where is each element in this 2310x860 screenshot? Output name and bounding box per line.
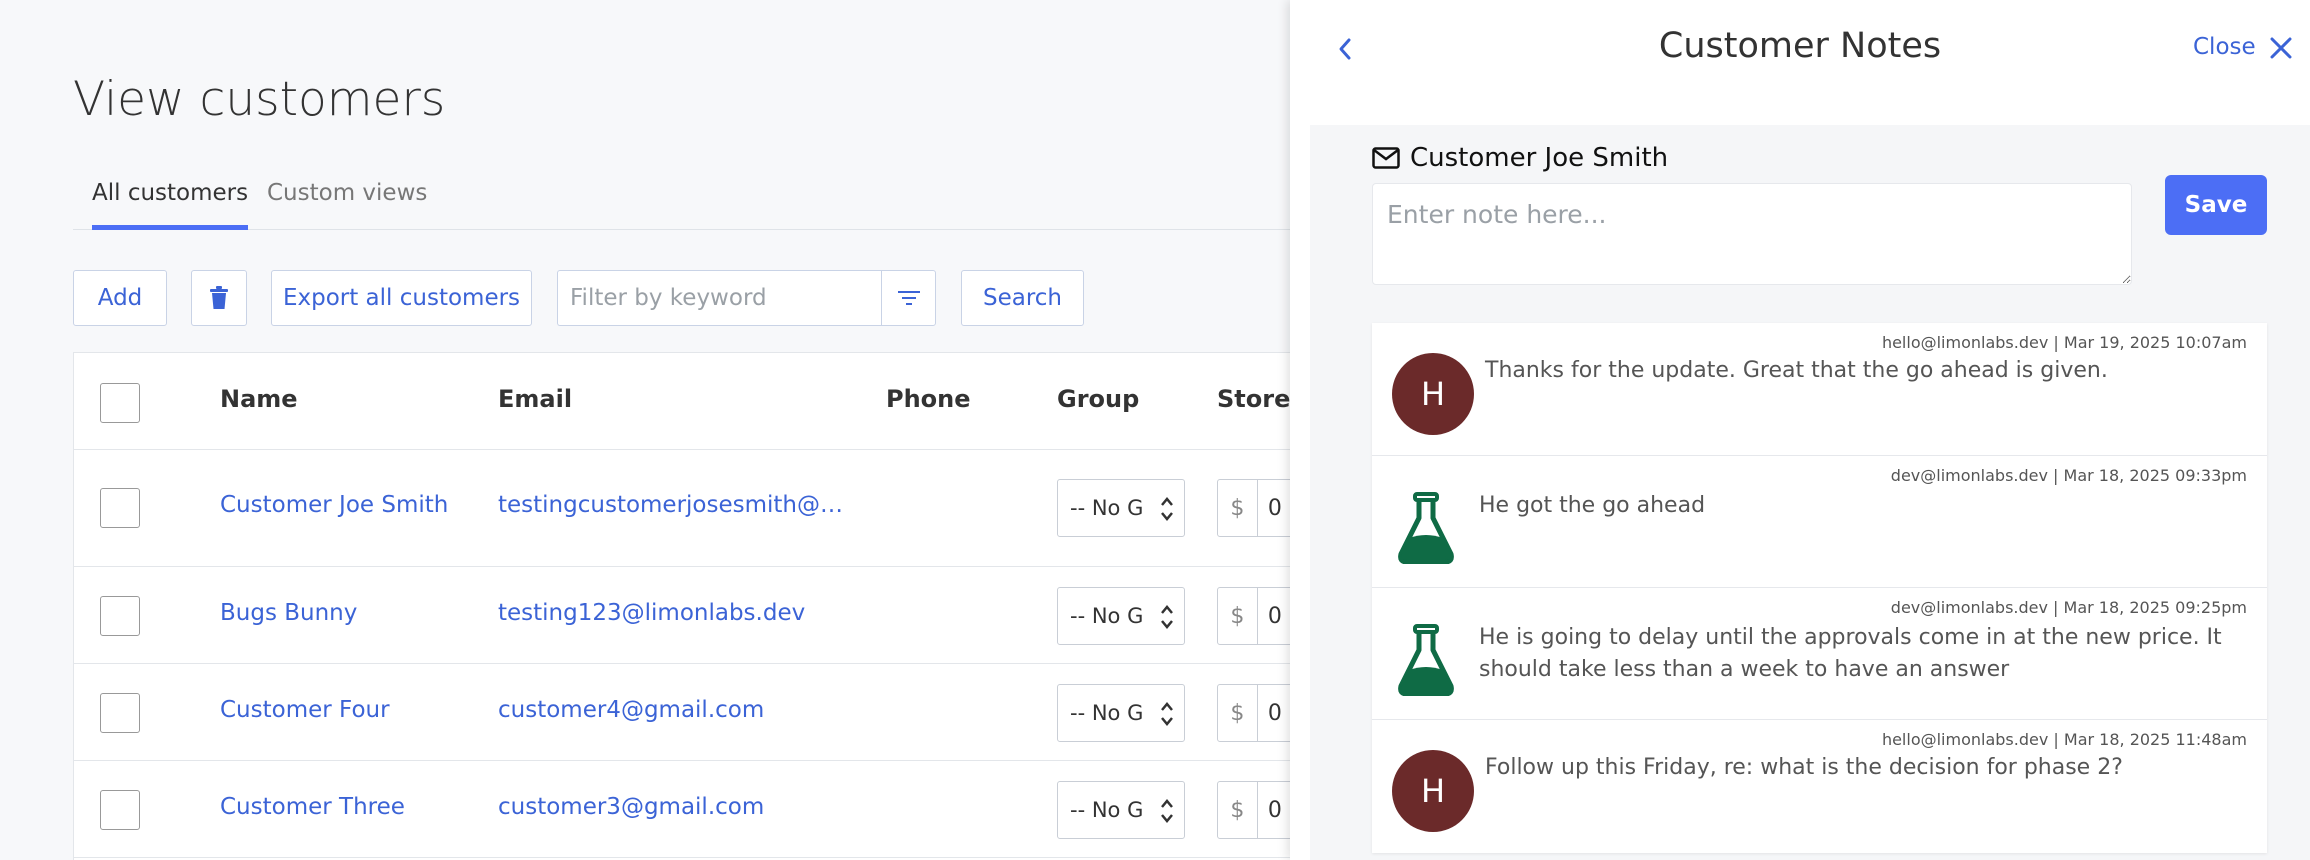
column-header-group[interactable]: Group — [1057, 385, 1139, 413]
table-row: Customer Four customer4@gmail.com -- No … — [74, 664, 1290, 761]
currency-symbol: $ — [1217, 479, 1258, 537]
currency-symbol: $ — [1217, 684, 1258, 742]
envelope-icon — [1372, 147, 1400, 169]
note-text: Follow up this Friday, re: what is the d… — [1485, 755, 2123, 780]
tab-all-customers[interactable]: All customers — [92, 180, 249, 230]
export-all-customers-button[interactable]: Export all customers — [271, 270, 532, 326]
flask-icon — [1398, 492, 1454, 564]
note-author: dev@limonlabs.dev — [1890, 466, 2048, 485]
filter-keyword-input[interactable] — [557, 270, 882, 326]
save-note-button[interactable]: Save — [2165, 175, 2267, 235]
avatar: H — [1392, 353, 1474, 435]
select-spinner-icon — [1161, 497, 1173, 521]
customers-page: View customers All customers Custom view… — [0, 0, 1290, 860]
row-checkbox[interactable] — [100, 693, 140, 733]
group-select[interactable]: -- No Gr — [1057, 587, 1185, 645]
trash-icon — [210, 286, 228, 309]
note-item: hello@limonlabs.dev | Mar 19, 2025 10:07… — [1372, 323, 2267, 456]
notes-list: hello@limonlabs.dev | Mar 19, 2025 10:07… — [1372, 323, 2267, 853]
add-button[interactable]: Add — [73, 270, 167, 326]
store-credit-value[interactable]: 0 — [1257, 587, 1290, 645]
note-author: hello@limonlabs.dev — [1881, 333, 2049, 352]
customer-email-link[interactable]: customer4@gmail.com — [498, 697, 764, 723]
customer-email-link[interactable]: customer3@gmail.com — [498, 794, 764, 820]
column-header-email[interactable]: Email — [498, 385, 572, 413]
table-row: Customer Three customer3@gmail.com -- No… — [74, 761, 1290, 858]
note-meta: dev@limonlabs.dev | Mar 18, 2025 09:25pm — [1890, 598, 2247, 617]
store-credit-field[interactable]: $ 0 — [1217, 684, 1290, 742]
note-author: dev@limonlabs.dev — [1890, 598, 2048, 617]
store-credit-value[interactable]: 0 — [1257, 781, 1290, 839]
search-button[interactable]: Search — [961, 270, 1084, 326]
note-customer-label: Customer Joe Smith — [1372, 143, 1668, 173]
currency-symbol: $ — [1217, 587, 1258, 645]
row-checkbox[interactable] — [100, 488, 140, 528]
column-header-phone[interactable]: Phone — [886, 385, 971, 413]
customer-name-link[interactable]: Customer Four — [220, 697, 390, 723]
note-customer-name: Customer Joe Smith — [1410, 143, 1669, 173]
table-row: Bugs Bunny testing123@limonlabs.dev -- N… — [74, 567, 1290, 664]
avatar: H — [1392, 750, 1474, 832]
panel-title: Customer Notes — [1658, 26, 1942, 66]
column-header-name[interactable]: Name — [220, 385, 298, 413]
note-author: hello@limonlabs.dev — [1881, 730, 2049, 749]
row-checkbox[interactable] — [100, 790, 140, 830]
delete-button[interactable] — [191, 270, 247, 326]
note-item: hello@limonlabs.dev | Mar 18, 2025 11:48… — [1372, 720, 2267, 853]
note-meta: hello@limonlabs.dev | Mar 19, 2025 10:07… — [1881, 333, 2247, 352]
store-credit-value[interactable]: 0 — [1257, 684, 1290, 742]
filter-icon — [897, 291, 920, 305]
customer-email-link[interactable]: testing123@limonlabs.dev — [498, 600, 805, 626]
customer-email-link[interactable]: testingcustomerjosesmith@limo... — [498, 492, 848, 518]
select-spinner-icon — [1161, 605, 1173, 629]
note-date: Mar 18, 2025 09:25pm — [2063, 598, 2247, 617]
currency-symbol: $ — [1217, 781, 1258, 839]
select-spinner-icon — [1161, 702, 1173, 726]
group-select-value: -- No Gr — [1070, 798, 1144, 822]
select-spinner-icon — [1161, 799, 1173, 823]
table-header: Name Email Phone Group Store c — [74, 353, 1290, 450]
page-title: View customers — [73, 72, 446, 127]
tab-custom-views[interactable]: Custom views — [267, 180, 427, 230]
note-meta: dev@limonlabs.dev | Mar 18, 2025 09:33pm — [1890, 466, 2247, 485]
back-button[interactable] — [1330, 34, 1360, 64]
chevron-left-icon — [1339, 38, 1351, 60]
group-select-value: -- No Gr — [1070, 701, 1144, 725]
store-credit-value[interactable]: 0 — [1257, 479, 1290, 537]
panel-header: Customer Notes Close — [1290, 0, 2310, 125]
customer-name-link[interactable]: Customer Three — [220, 794, 405, 820]
customer-name-link[interactable]: Bugs Bunny — [220, 600, 357, 626]
group-select-value: -- No Gr — [1070, 496, 1144, 520]
table-row: Customer Joe Smith testingcustomerjosesm… — [74, 450, 1290, 567]
store-credit-field[interactable]: $ 0 — [1217, 479, 1290, 537]
note-text: Thanks for the update. Great that the go… — [1485, 358, 2108, 383]
customer-notes-panel: Customer Notes Close Customer Joe Smith … — [1290, 0, 2310, 860]
note-date: Mar 18, 2025 11:48am — [2063, 730, 2247, 749]
row-checkbox[interactable] — [100, 596, 140, 636]
tab-bar: All customers Custom views — [73, 170, 1290, 230]
note-meta: hello@limonlabs.dev | Mar 18, 2025 11:48… — [1881, 730, 2247, 749]
note-item: dev@limonlabs.dev | Mar 18, 2025 09:33pm… — [1372, 456, 2267, 588]
note-item: dev@limonlabs.dev | Mar 18, 2025 09:25pm… — [1372, 588, 2267, 720]
note-date: Mar 18, 2025 09:33pm — [2063, 466, 2247, 485]
group-select-value: -- No Gr — [1070, 604, 1144, 628]
note-date: Mar 19, 2025 10:07am — [2063, 333, 2247, 352]
note-text: He got the go ahead — [1479, 493, 1706, 518]
panel-body: Customer Joe Smith Save hello@limonlabs.… — [1310, 125, 2310, 860]
group-select[interactable]: -- No Gr — [1057, 479, 1185, 537]
close-link[interactable]: Close — [2193, 34, 2256, 60]
group-select[interactable]: -- No Gr — [1057, 684, 1185, 742]
filter-button[interactable] — [881, 270, 936, 326]
note-textarea[interactable] — [1372, 183, 2132, 285]
flask-icon — [1398, 624, 1454, 696]
store-credit-field[interactable]: $ 0 — [1217, 781, 1290, 839]
select-all-checkbox[interactable] — [100, 383, 140, 423]
group-select[interactable]: -- No Gr — [1057, 781, 1185, 839]
store-credit-field[interactable]: $ 0 — [1217, 587, 1290, 645]
close-icon[interactable] — [2269, 36, 2293, 60]
note-text: He is going to delay until the approvals… — [1479, 625, 2222, 682]
customers-table: Name Email Phone Group Store c Customer … — [73, 352, 1290, 860]
customer-name-link[interactable]: Customer Joe Smith — [220, 492, 448, 518]
column-header-store-credit[interactable]: Store c — [1217, 385, 1290, 413]
